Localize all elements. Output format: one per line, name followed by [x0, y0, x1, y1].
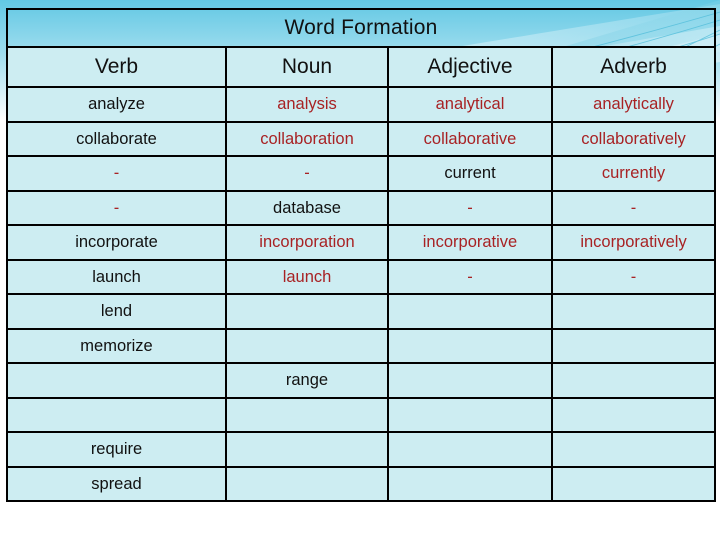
cell-adverb[interactable] — [550, 293, 717, 330]
cell-verb[interactable]: launch — [6, 258, 227, 295]
cell-verb[interactable]: memorize — [6, 327, 227, 364]
cell-adjective[interactable] — [387, 465, 553, 502]
cell-adjective[interactable] — [387, 362, 553, 399]
cell-adjective[interactable]: - — [387, 258, 553, 295]
cell-noun[interactable] — [225, 465, 389, 502]
cell-adverb[interactable]: currently — [550, 155, 717, 192]
cell-adverb[interactable] — [550, 327, 717, 364]
column-header-noun: Noun — [225, 46, 389, 88]
column-header-adjective: Adjective — [387, 46, 553, 88]
table-row: range — [6, 362, 717, 399]
table-row — [6, 396, 717, 433]
cell-adjective[interactable] — [387, 431, 553, 468]
cell-noun[interactable]: database — [225, 189, 389, 226]
cell-noun[interactable] — [225, 327, 389, 364]
cell-noun[interactable]: analysis — [225, 86, 389, 123]
cell-adjective[interactable]: incorporative — [387, 224, 553, 261]
column-header-verb: Verb — [6, 46, 227, 88]
table-row: - - current currently — [6, 155, 717, 192]
table-row: analyze analysis analytical analytically — [6, 86, 717, 123]
cell-verb[interactable]: - — [6, 155, 227, 192]
header-row: Verb Noun Adjective Adverb — [6, 46, 717, 88]
column-header-adverb: Adverb — [550, 46, 717, 88]
cell-verb[interactable]: spread — [6, 465, 227, 502]
table-row: memorize — [6, 327, 717, 364]
cell-noun[interactable]: incorporation — [225, 224, 389, 261]
cell-noun[interactable] — [225, 293, 389, 330]
cell-verb[interactable]: - — [6, 189, 227, 226]
cell-verb[interactable]: require — [6, 431, 227, 468]
cell-noun[interactable]: launch — [225, 258, 389, 295]
table-row: - database - - — [6, 189, 717, 226]
cell-noun[interactable] — [225, 396, 389, 433]
cell-adjective[interactable] — [387, 327, 553, 364]
cell-noun[interactable] — [225, 431, 389, 468]
cell-verb[interactable] — [6, 396, 227, 433]
cell-noun[interactable]: range — [225, 362, 389, 399]
cell-verb[interactable] — [6, 362, 227, 399]
cell-verb[interactable]: collaborate — [6, 120, 227, 157]
cell-adverb[interactable]: - — [550, 258, 717, 295]
cell-adjective[interactable]: collaborative — [387, 120, 553, 157]
table-row: collaborate collaboration collaborative col… — [6, 120, 717, 157]
cell-adverb[interactable]: - — [550, 189, 717, 226]
cell-verb[interactable]: incorporate — [6, 224, 227, 261]
table-row: launch launch - - — [6, 258, 717, 295]
cell-adverb[interactable]: incorporatively — [550, 224, 717, 261]
table-body: Word Formation Verb Noun Adjective Adver… — [5, 8, 717, 502]
table-row: require — [6, 431, 717, 468]
cell-adjective[interactable] — [387, 396, 553, 433]
table-row: spread — [6, 465, 717, 502]
cell-adverb[interactable]: analytically — [550, 86, 717, 123]
cell-adjective[interactable] — [387, 293, 553, 330]
word-formation-table: Word Formation Verb Noun Adjective Adver… — [5, 8, 717, 502]
cell-noun[interactable]: collaboration — [225, 120, 389, 157]
cell-verb[interactable]: lend — [6, 293, 227, 330]
cell-adverb[interactable] — [550, 396, 717, 433]
cell-noun[interactable]: - — [225, 155, 389, 192]
cell-adjective[interactable]: current — [387, 155, 553, 192]
cell-adjective[interactable]: - — [387, 189, 553, 226]
table-row: lend — [6, 293, 717, 330]
cell-verb[interactable]: analyze — [6, 86, 227, 123]
page-title: Word Formation — [5, 8, 717, 48]
table-row: incorporate incorporation incorporative inc… — [6, 224, 717, 261]
title-row: Word Formation — [5, 8, 717, 48]
cell-adjective[interactable]: analytical — [387, 86, 553, 123]
cell-adverb[interactable] — [550, 431, 717, 468]
cell-adverb[interactable] — [550, 465, 717, 502]
cell-adverb[interactable] — [550, 362, 717, 399]
cell-adverb[interactable]: collaboratively — [550, 120, 717, 157]
